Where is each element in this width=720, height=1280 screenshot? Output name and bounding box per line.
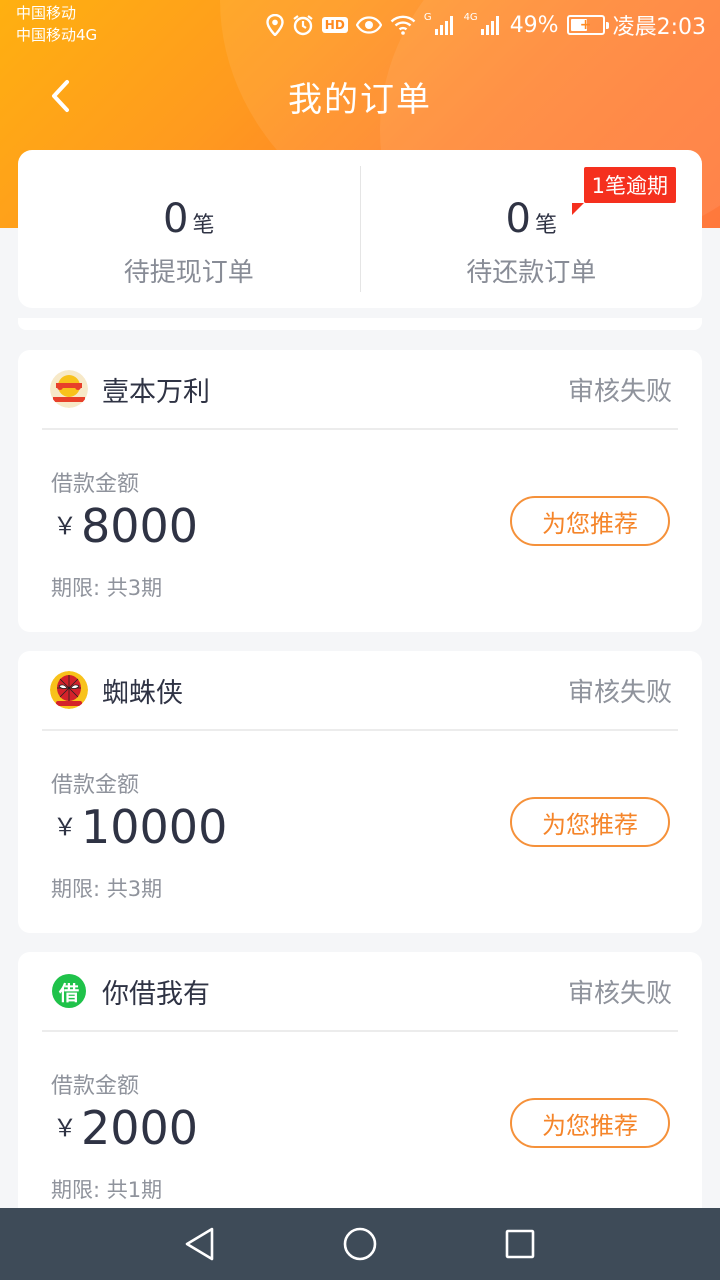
order-card[interactable]: 蜘蛛侠 审核失败 借款金额 ￥ 10000 期限: 共3期 为您推荐: [18, 651, 702, 933]
square-recents-icon: [505, 1229, 535, 1259]
logo-text: 借: [59, 980, 79, 1005]
pending-withdraw-label: 待提现订单: [123, 258, 254, 288]
yiben-logo-icon: [50, 370, 88, 408]
recommend-button[interactable]: 为您推荐: [510, 797, 670, 847]
order-status: 审核失败: [567, 978, 672, 1009]
amount-label: 借款金额: [51, 472, 140, 497]
pending-repay-summary[interactable]: 1笔逾期 0 笔 待还款订单: [361, 150, 703, 308]
order-card[interactable]: 壹本万利 审核失败 借款金额 ￥ 8000 期限: 共3期 为您推荐: [18, 350, 702, 632]
currency-symbol: ￥: [53, 512, 77, 540]
count-unit: 笔: [192, 213, 215, 238]
signal-icon: [434, 14, 456, 36]
recommend-button[interactable]: 为您推荐: [510, 496, 670, 546]
loan-term: 期限: 共3期: [51, 877, 163, 901]
order-card[interactable]: 借 你借我有 审核失败 借款金额 ￥ 2000 期限: 共1期 为您推荐: [18, 952, 702, 1234]
recommend-button[interactable]: 为您推荐: [510, 1098, 670, 1148]
wifi-icon: [390, 15, 416, 35]
hd-icon: HD: [321, 17, 348, 33]
signal-icon: [480, 14, 502, 36]
spiderman-logo-icon: [50, 671, 88, 709]
currency-symbol: ￥: [53, 1114, 77, 1142]
count-unit: 笔: [534, 213, 557, 238]
loan-term: 期限: 共3期: [51, 576, 163, 600]
signal-label: 4G: [463, 11, 478, 23]
circle-home-icon: [343, 1227, 377, 1261]
loan-amount: 2000: [81, 1101, 199, 1155]
amount-label: 借款金额: [51, 1074, 140, 1099]
carrier-secondary: 中国移动4G: [16, 26, 98, 44]
system-navigation-bar: [0, 1208, 720, 1280]
brand-name: 蜘蛛侠: [102, 677, 183, 709]
system-home-button[interactable]: [320, 1214, 400, 1274]
clock-time: 凌晨2:03: [612, 15, 706, 40]
loan-amount: 10000: [81, 800, 228, 854]
amount-label: 借款金额: [51, 773, 140, 798]
triangle-back-icon: [185, 1227, 214, 1261]
jie-logo-icon: 借: [52, 974, 86, 1008]
brand-name: 壹本万利: [102, 376, 210, 408]
pending-withdraw-summary[interactable]: 0 笔 待提现订单: [18, 150, 360, 308]
pending-repay-label: 待还款订单: [466, 258, 597, 288]
battery-icon: +: [566, 15, 609, 35]
location-icon: [266, 14, 284, 36]
currency-symbol: ￥: [53, 813, 77, 841]
battery-percent: 49%: [509, 12, 559, 38]
status-bar: 中国移动 中国移动4G HD G 4G 49% + 凌晨2:03: [0, 0, 720, 50]
loan-term: 期限: 共1期: [51, 1178, 163, 1202]
eye-icon: [355, 16, 382, 34]
system-back-button[interactable]: [160, 1214, 240, 1274]
order-summary-card: 0 笔 待提现订单 1笔逾期 0 笔 待还款订单: [18, 150, 702, 308]
card-strip: [18, 318, 702, 330]
signal-label: G: [423, 11, 432, 23]
loan-amount: 8000: [81, 499, 199, 553]
carrier-primary: 中国移动: [16, 4, 77, 22]
overdue-badge: 1笔逾期: [583, 167, 676, 203]
pending-repay-count: 0: [505, 196, 531, 242]
pending-withdraw-count: 0: [163, 196, 189, 242]
order-status: 审核失败: [567, 376, 672, 407]
alarm-icon: [292, 14, 314, 36]
brand-name: 你借我有: [102, 978, 210, 1010]
order-status: 审核失败: [567, 677, 672, 708]
system-recents-button[interactable]: [480, 1214, 560, 1274]
page-title: 我的订单: [288, 80, 432, 120]
